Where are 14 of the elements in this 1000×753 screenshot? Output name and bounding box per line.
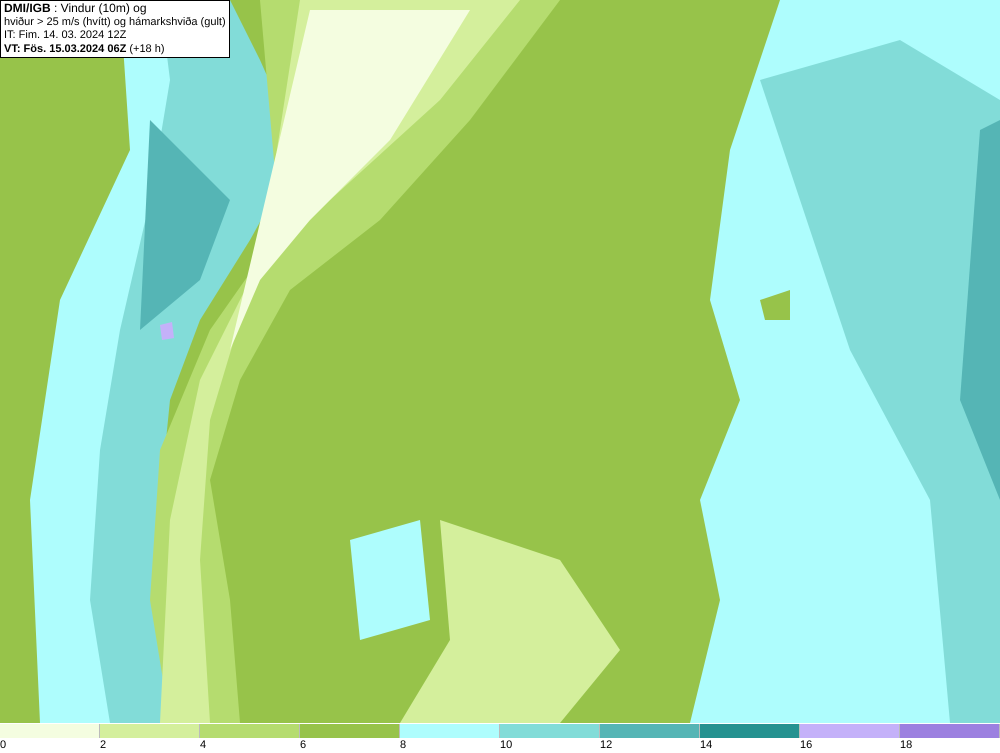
- legend-label: 0: [0, 738, 6, 752]
- legend-label: 6: [300, 738, 306, 752]
- legend-label: 10: [500, 738, 512, 752]
- legend-label: 4: [200, 738, 206, 752]
- legend-label: 18: [900, 738, 912, 752]
- legend-label: 12: [600, 738, 612, 752]
- legend-label: 14: [700, 738, 712, 752]
- info-text: hviður > 25 m/s (hvítt) og hámarkshviða (gult): [4, 16, 226, 29]
- info-text: VT: Fös. 15.03.2024 06Z (+18 h): [4, 42, 166, 56]
- info-text: IT: Fim. 14. 03. 2024 12Z: [4, 29, 128, 42]
- legend-label: 2: [100, 738, 106, 752]
- legend-label: 16: [800, 738, 812, 752]
- legend-label: 8: [400, 738, 406, 752]
- info-text: DMI/IGB : Vindur (10m) og: [4, 2, 148, 16]
